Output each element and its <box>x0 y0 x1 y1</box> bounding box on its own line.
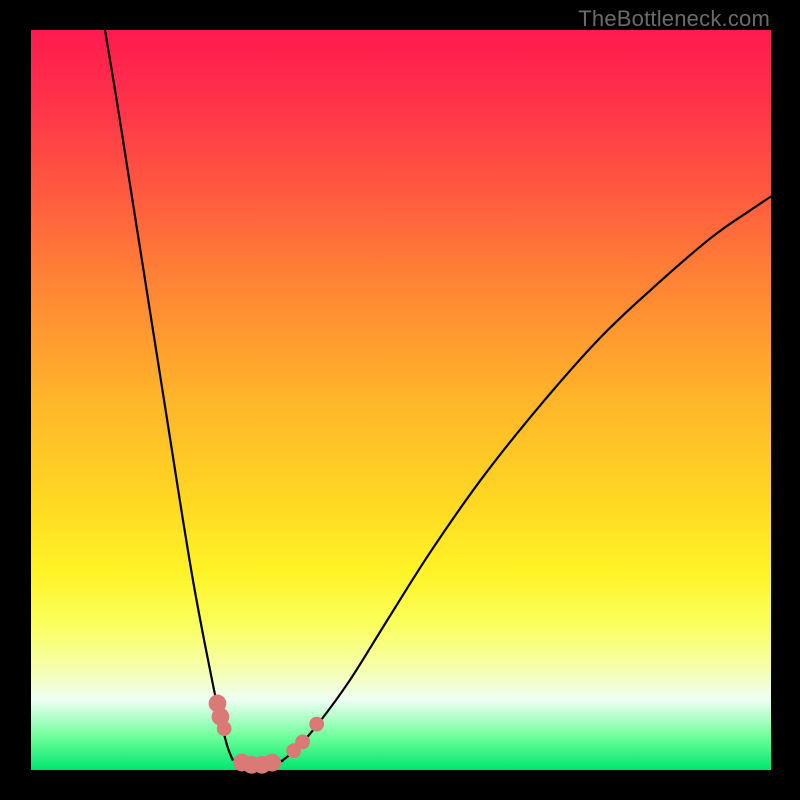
app-frame: TheBottleneck.com <box>0 0 800 800</box>
data-marker <box>263 754 281 772</box>
bottleneck-curve <box>31 30 771 770</box>
data-marker <box>295 734 310 749</box>
gradient-plot-area <box>31 30 771 770</box>
data-marker <box>217 721 232 736</box>
curve-path <box>105 30 771 766</box>
data-marker <box>309 717 324 732</box>
watermark-text: TheBottleneck.com <box>578 6 770 32</box>
